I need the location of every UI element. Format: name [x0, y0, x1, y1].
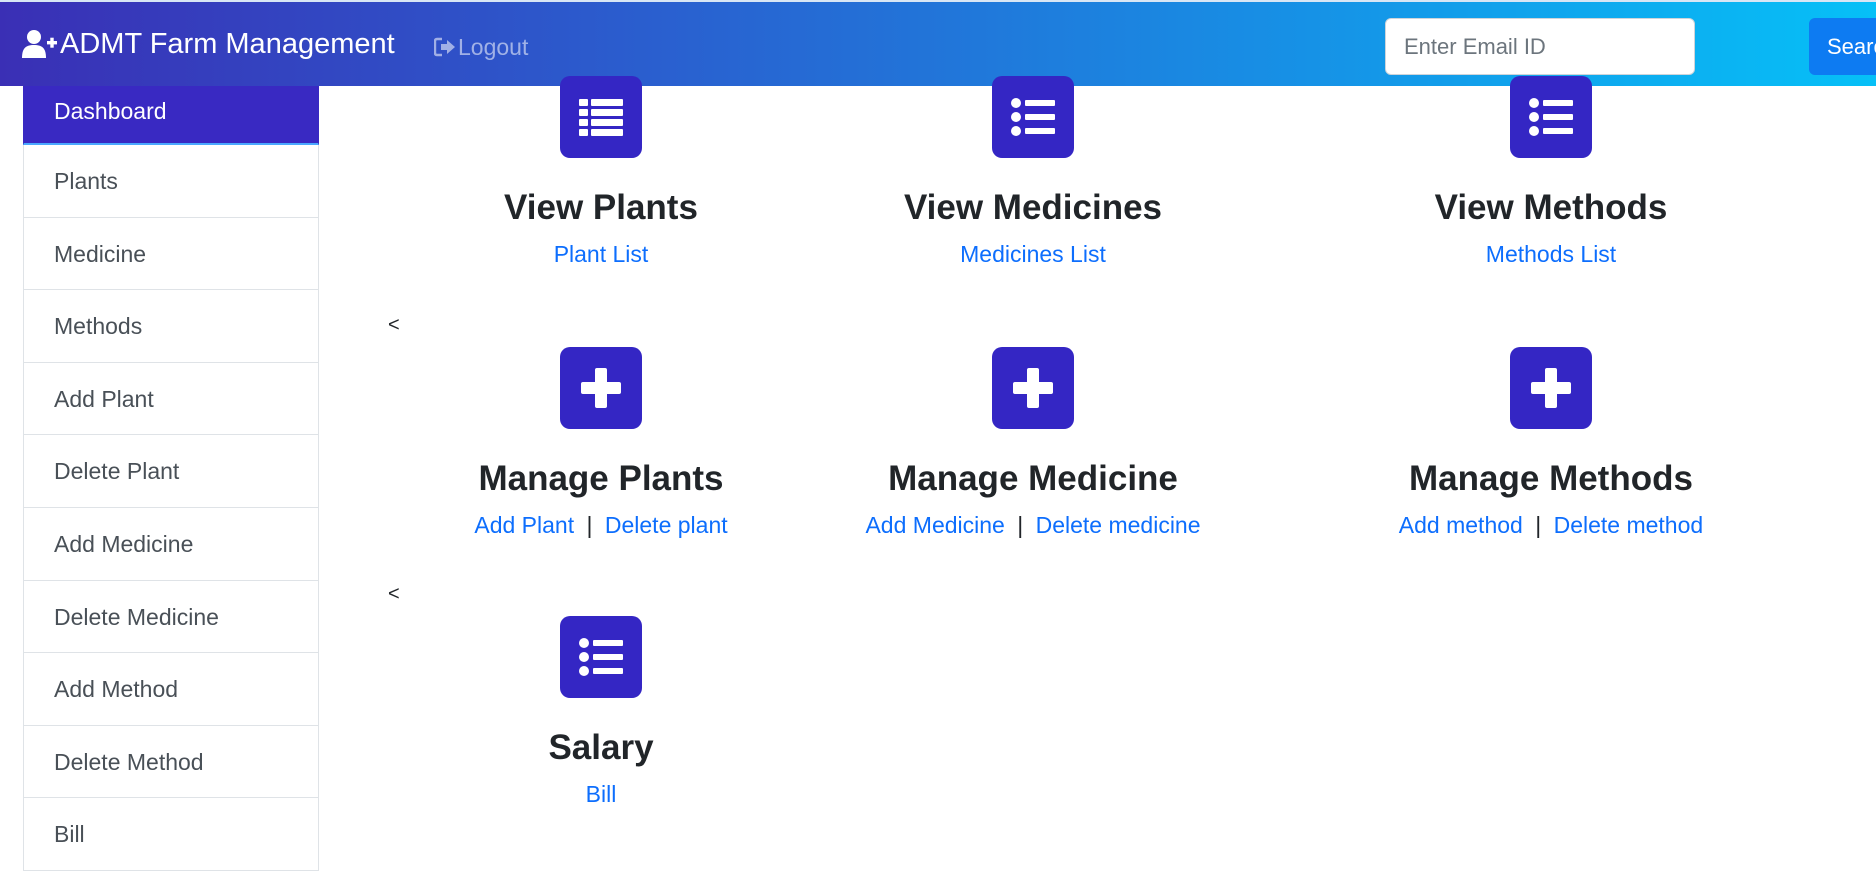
card-title: View Medicines — [903, 188, 1163, 227]
sidebar-item-methods[interactable]: Methods — [23, 290, 319, 363]
card-links: Add Medicine | Delete medicine — [803, 510, 1263, 540]
card-manage-plants: Manage Plants Add Plant | Delete plant — [371, 347, 831, 540]
card-links: Add method | Delete method — [1321, 510, 1781, 540]
top-navbar: ADMT Farm Management Logout Search — [0, 0, 1876, 86]
sidebar-item-delete-method[interactable]: Delete Method — [23, 725, 319, 799]
card-view-plants: View Plants Plant List — [371, 76, 831, 269]
sidebar-item-add-plant[interactable]: Add Plant — [23, 362, 319, 436]
plus-icon[interactable] — [992, 347, 1074, 429]
sidebar-item-delete-medicine[interactable]: Delete Medicine — [23, 580, 319, 654]
sidebar-item-plants[interactable]: Plants — [23, 145, 319, 218]
sidebar: Dashboard Plants Medicine Methods Add Pl… — [23, 86, 319, 876]
add-plant-link[interactable]: Add Plant — [474, 512, 574, 538]
delete-method-link[interactable]: Delete method — [1554, 512, 1704, 538]
sidebar-item-add-medicine[interactable]: Add Medicine — [23, 507, 319, 581]
sidebar-item-bill[interactable]: Bill — [23, 798, 319, 871]
card-title: Manage Methods — [1409, 459, 1693, 498]
user-plus-icon — [22, 30, 57, 58]
brand-link[interactable]: ADMT Farm Management — [22, 26, 395, 62]
card-title: Salary — [548, 728, 654, 767]
sidebar-item-add-method[interactable]: Add Method — [23, 653, 319, 726]
card-links: Add Plant | Delete plant — [371, 510, 831, 540]
bill-link[interactable]: Bill — [586, 781, 617, 807]
card-title: Manage Medicine — [888, 459, 1178, 498]
list-ul-icon[interactable] — [560, 616, 642, 698]
dashboard-main: < < View Plants Plant List View Medicine… — [320, 76, 1876, 853]
card-manage-medicine: Manage Medicine Add Medicine | Delete me… — [803, 347, 1263, 540]
card-title: View Plants — [504, 188, 698, 227]
logout-label: Logout — [458, 34, 529, 60]
delete-plant-link[interactable]: Delete plant — [605, 512, 728, 538]
add-medicine-link[interactable]: Add Medicine — [865, 512, 1004, 538]
plus-icon[interactable] — [1510, 347, 1592, 429]
card-links: Plant List — [371, 239, 831, 269]
sidebar-item-dashboard[interactable]: Dashboard — [23, 86, 319, 145]
card-links: Bill — [371, 779, 831, 809]
stray-text: < — [388, 314, 400, 336]
card-title: View Methods — [1434, 188, 1668, 227]
link-separator: | — [1535, 512, 1542, 538]
sidebar-item-medicine[interactable]: Medicine — [23, 217, 319, 291]
sidebar-item-delete-plant[interactable]: Delete Plant — [23, 435, 319, 508]
plus-icon[interactable] — [560, 347, 642, 429]
plant-list-link[interactable]: Plant List — [554, 241, 649, 267]
methods-list-link[interactable]: Methods List — [1486, 241, 1616, 267]
brand-title: ADMT Farm Management — [60, 28, 395, 60]
card-title: Manage Plants — [478, 459, 724, 498]
delete-medicine-link[interactable]: Delete medicine — [1036, 512, 1201, 538]
list-icon[interactable] — [560, 76, 642, 158]
card-view-medicines: View Medicines Medicines List — [803, 76, 1263, 269]
sign-out-icon — [434, 37, 455, 57]
list-ul-icon[interactable] — [992, 76, 1074, 158]
search-button[interactable]: Search — [1809, 18, 1876, 75]
stray-text: < — [388, 583, 400, 605]
link-separator: | — [1017, 512, 1024, 538]
list-ul-icon[interactable] — [1510, 76, 1592, 158]
link-separator: | — [586, 512, 593, 538]
card-links: Medicines List — [803, 239, 1263, 269]
medicines-list-link[interactable]: Medicines List — [960, 241, 1106, 267]
card-salary: Salary Bill — [371, 616, 831, 809]
add-method-link[interactable]: Add method — [1399, 512, 1523, 538]
card-links: Methods List — [1321, 239, 1781, 269]
card-view-methods: View Methods Methods List — [1321, 76, 1781, 269]
logout-link[interactable]: Logout — [434, 32, 528, 62]
card-manage-methods: Manage Methods Add method | Delete metho… — [1321, 347, 1781, 540]
email-search-input[interactable] — [1385, 18, 1695, 75]
